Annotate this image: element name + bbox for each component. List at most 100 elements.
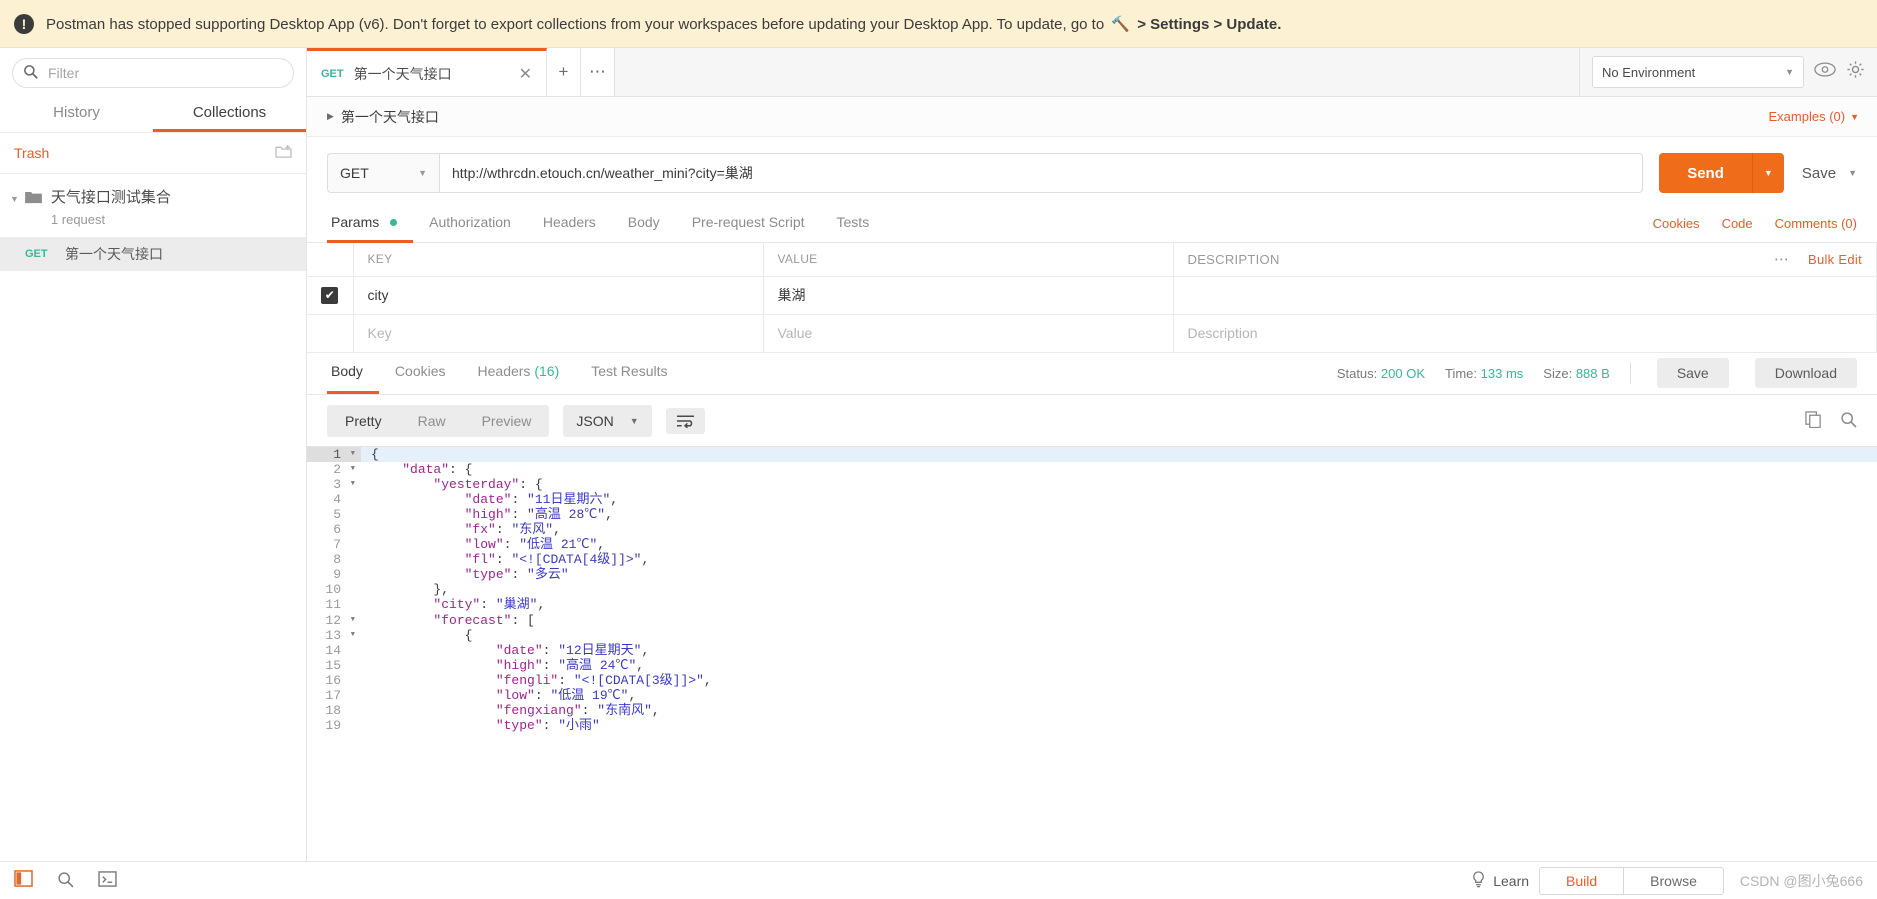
- fold-triangle-icon[interactable]: ▼: [347, 447, 355, 462]
- sidebar-request-item[interactable]: GET 第一个天气接口: [0, 237, 306, 271]
- fold-triangle-icon[interactable]: ▼: [347, 477, 355, 492]
- browse-tab[interactable]: Browse: [1624, 868, 1723, 894]
- format-select[interactable]: JSON ▼: [563, 404, 652, 437]
- param-key-placeholder[interactable]: Key: [353, 314, 764, 353]
- tab-authorization[interactable]: Authorization: [413, 205, 527, 243]
- code-line[interactable]: "fl": "<![CDATA[4级]]>",: [361, 552, 1877, 567]
- code-line[interactable]: "fengxiang": "东南风",: [361, 703, 1877, 718]
- send-options-button[interactable]: ▼: [1751, 153, 1784, 193]
- search-icon[interactable]: [57, 871, 74, 891]
- learn-button[interactable]: Learn: [1471, 870, 1529, 891]
- response-tab-test-results[interactable]: Test Results: [575, 352, 683, 394]
- code-line[interactable]: "fx": "东风",: [361, 522, 1877, 537]
- build-tab[interactable]: Build: [1540, 867, 1625, 894]
- search-icon[interactable]: [1840, 411, 1857, 431]
- send-button[interactable]: Send: [1659, 153, 1752, 193]
- fold-triangle-icon[interactable]: ▼: [347, 628, 355, 643]
- response-save-button[interactable]: Save: [1656, 358, 1729, 388]
- format-value: JSON: [576, 412, 614, 429]
- sidebar-tab-history[interactable]: History: [0, 96, 153, 132]
- param-description-cell[interactable]: [1173, 276, 1877, 315]
- url-input[interactable]: [439, 153, 1644, 193]
- tab-body[interactable]: Body: [612, 205, 676, 243]
- response-download-button[interactable]: Download: [1754, 358, 1857, 388]
- code-line[interactable]: "date": "11日星期六",: [361, 492, 1877, 507]
- param-value-cell[interactable]: 巢湖: [763, 276, 1174, 315]
- code-line[interactable]: "forecast": [: [361, 613, 1877, 628]
- code-line[interactable]: "low": "低温 19℃",: [361, 688, 1877, 703]
- environment-select[interactable]: No Environment ▼: [1592, 56, 1804, 88]
- breadcrumb-left[interactable]: ▶ 第一个天气接口: [327, 107, 439, 127]
- save-button[interactable]: Save: [1802, 165, 1836, 182]
- code-line-number: 1 ▼: [307, 446, 361, 462]
- eye-icon[interactable]: [1814, 62, 1836, 82]
- copy-icon[interactable]: [1805, 410, 1822, 431]
- new-folder-icon[interactable]: [275, 144, 292, 162]
- code-line[interactable]: "fengli": "<![CDATA[3级]]>",: [361, 673, 1877, 688]
- main-pane: GET 第一个天气接口 ✕ + ⋯ No Environment ▼ ▶ 第一个…: [307, 48, 1877, 861]
- caret-down-icon[interactable]: ▼: [10, 194, 19, 204]
- param-description-placeholder[interactable]: Description: [1173, 314, 1877, 353]
- code-line[interactable]: "city": "巢湖",: [361, 597, 1877, 612]
- code-link[interactable]: Code: [1722, 216, 1753, 231]
- view-mode-preview[interactable]: Preview: [464, 405, 550, 437]
- params-value-header: VALUE: [763, 243, 1174, 277]
- code-line[interactable]: "type": "小雨": [361, 718, 1877, 733]
- code-line[interactable]: {: [361, 446, 1877, 462]
- param-checkbox-cell-empty: [307, 314, 354, 353]
- code-line-number: 2 ▼: [333, 461, 355, 477]
- open-request-tab[interactable]: GET 第一个天气接口 ✕: [307, 48, 547, 96]
- word-wrap-icon[interactable]: [665, 407, 705, 434]
- examples-dropdown[interactable]: Examples (0) ▼: [1769, 109, 1860, 124]
- code-line[interactable]: "high": "高温 24℃",: [361, 658, 1877, 673]
- table-row[interactable]: ✔ city 巢湖: [307, 276, 1877, 315]
- trash-row[interactable]: Trash: [0, 132, 306, 174]
- console-icon[interactable]: [98, 871, 117, 890]
- code-line[interactable]: "data": {: [361, 462, 1877, 477]
- code-line[interactable]: },: [361, 582, 1877, 597]
- tab-pre-request-script[interactable]: Pre-request Script: [676, 205, 821, 243]
- filter-box[interactable]: [12, 58, 294, 88]
- fold-triangle-icon[interactable]: ▼: [347, 462, 355, 477]
- ellipsis-icon[interactable]: ⋯: [1774, 250, 1790, 268]
- code-line-number: 10: [325, 582, 341, 598]
- filter-input[interactable]: [46, 64, 283, 82]
- table-row-empty[interactable]: Key Value Description: [307, 314, 1877, 353]
- sidebar-tab-collections[interactable]: Collections: [153, 96, 306, 132]
- code-line[interactable]: "high": "高温 28℃",: [361, 507, 1877, 522]
- param-value-placeholder[interactable]: Value: [763, 314, 1174, 353]
- plus-icon[interactable]: +: [547, 48, 581, 96]
- tab-params[interactable]: Params: [327, 205, 414, 243]
- sidebar-toggle-icon[interactable]: [14, 869, 33, 892]
- bulk-edit-link[interactable]: Bulk Edit: [1808, 252, 1862, 267]
- comments-link[interactable]: Comments (0): [1775, 216, 1857, 231]
- save-options-icon[interactable]: ▼: [1848, 168, 1857, 178]
- response-body-code[interactable]: 1 ▼ 2 ▼ 3 ▼ 4 5 6 7 8 9 10 11 12 ▼ 13 ▼ 14 15 16 17 18 19 { "da…: [307, 445, 1877, 861]
- param-key-cell[interactable]: city: [353, 276, 764, 315]
- view-mode-raw[interactable]: Raw: [400, 405, 464, 437]
- cookies-link[interactable]: Cookies: [1653, 216, 1700, 231]
- ellipsis-icon[interactable]: ⋯: [581, 48, 615, 96]
- triangle-right-icon[interactable]: ▶: [327, 111, 334, 122]
- close-icon[interactable]: ✕: [519, 64, 532, 84]
- view-mode-pretty[interactable]: Pretty: [327, 404, 400, 437]
- code-line[interactable]: "low": "低温 21℃",: [361, 537, 1877, 552]
- fold-triangle-icon[interactable]: ▼: [347, 613, 355, 628]
- banner-message: Postman has stopped supporting Desktop A…: [46, 15, 1281, 33]
- collection-item[interactable]: ▼ 天气接口测试集合 1 request: [0, 174, 306, 237]
- method-select[interactable]: GET ▼: [327, 153, 439, 193]
- response-tab-headers[interactable]: Headers (16): [462, 352, 576, 394]
- param-enabled-checkbox[interactable]: ✔: [321, 286, 339, 304]
- response-tab-body[interactable]: Body: [327, 352, 379, 394]
- code-line[interactable]: "yesterday": {: [361, 477, 1877, 492]
- code-line[interactable]: "date": "12日星期天",: [361, 643, 1877, 658]
- gear-icon[interactable]: [1846, 60, 1865, 84]
- tab-tests[interactable]: Tests: [821, 205, 886, 243]
- code-line[interactable]: "type": "多云": [361, 567, 1877, 582]
- code-line-number: 14: [325, 642, 341, 658]
- code-lines[interactable]: { "data": { "yesterday": { "date": "11日星…: [361, 446, 1877, 734]
- tab-headers[interactable]: Headers: [527, 205, 612, 243]
- code-line[interactable]: {: [361, 628, 1877, 643]
- response-tab-cookies[interactable]: Cookies: [379, 352, 462, 394]
- environment-area: No Environment ▼: [1579, 48, 1877, 96]
